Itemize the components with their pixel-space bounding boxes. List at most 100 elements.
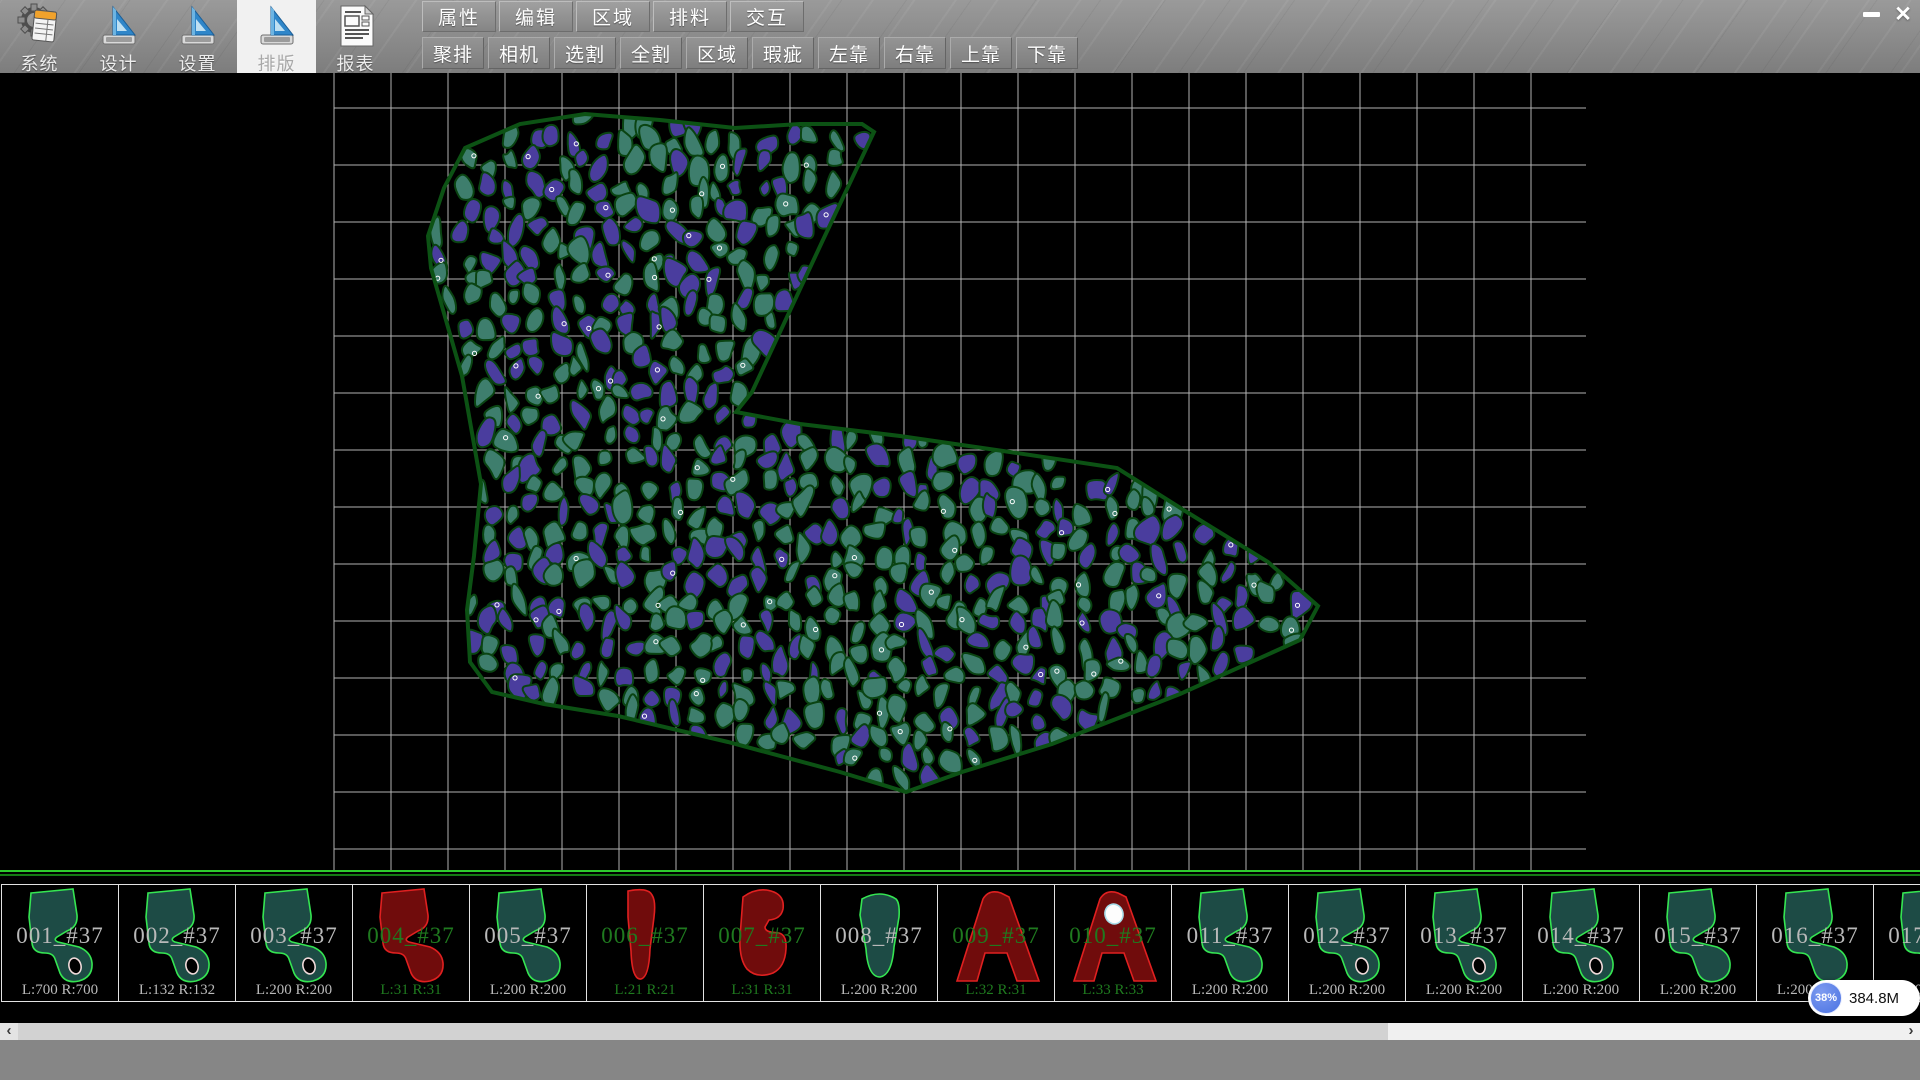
piece-thumbnail-009_#37[interactable]: 009_#37 L:32 R:31 bbox=[937, 884, 1055, 1002]
mode-button-2[interactable]: 设计 bbox=[79, 0, 158, 73]
action-button-7[interactable]: 左靠 bbox=[818, 37, 880, 69]
piece-thumbnail-004_#37[interactable]: 004_#37 L:31 R:31 bbox=[352, 884, 470, 1002]
piece-lr-label: L:200 R:200 bbox=[1640, 982, 1756, 999]
piece-id-label: 012_#37 bbox=[1289, 923, 1405, 949]
set-square-icon bbox=[254, 3, 300, 49]
piece-thumbnail-010_#37[interactable]: 010_#37 L:33 R:33 bbox=[1054, 884, 1172, 1002]
scroll-right-button[interactable]: › bbox=[1902, 1023, 1920, 1040]
mode-button-3[interactable]: 设置 bbox=[158, 0, 237, 73]
piece-id-label: 004_#37 bbox=[353, 923, 469, 949]
menu-tab-3[interactable]: 区域 bbox=[576, 1, 650, 32]
piece-id-label: 003_#37 bbox=[236, 923, 352, 949]
piece-thumbnail-014_#37[interactable]: 014_#37 L:200 R:200 bbox=[1522, 884, 1640, 1002]
scroll-left-button[interactable]: ‹ bbox=[0, 1023, 18, 1040]
piece-lr-label: L:132 R:132 bbox=[119, 982, 235, 999]
mode-button-1[interactable]: 系统 bbox=[0, 0, 79, 73]
action-button-10[interactable]: 下靠 bbox=[1016, 37, 1078, 69]
progress-circle: 38% bbox=[1810, 982, 1842, 1014]
action-button-4[interactable]: 全割 bbox=[620, 37, 682, 69]
mode-button-label: 系统 bbox=[21, 50, 59, 73]
nesting-canvas[interactable] bbox=[0, 73, 1920, 870]
piece-id-label: 007_#37 bbox=[704, 923, 820, 949]
set-square-icon bbox=[175, 3, 221, 49]
action-button-6[interactable]: 瑕疵 bbox=[752, 37, 814, 69]
piece-id-label: 015_#37 bbox=[1640, 923, 1756, 949]
piece-thumbnail-008_#37[interactable]: 008_#37 L:200 R:200 bbox=[820, 884, 938, 1002]
action-button-row: 聚排相机选割全割区域瑕疵左靠右靠上靠下靠 bbox=[422, 37, 1082, 69]
report-icon bbox=[333, 3, 379, 49]
scrollbar-thumb[interactable] bbox=[18, 1023, 1388, 1040]
piece-id-label: 014_#37 bbox=[1523, 923, 1639, 949]
menu-tab-4[interactable]: 排料 bbox=[653, 1, 727, 32]
piece-id-label: 013_#37 bbox=[1406, 923, 1522, 949]
piece-thumbnail-013_#37[interactable]: 013_#37 L:200 R:200 bbox=[1405, 884, 1523, 1002]
action-button-9[interactable]: 上靠 bbox=[950, 37, 1012, 69]
piece-id-label: 010_#37 bbox=[1055, 923, 1171, 949]
menu-tab-1[interactable]: 属性 bbox=[422, 1, 496, 32]
piece-lr-label: L:31 R:31 bbox=[704, 982, 820, 999]
strip-separator-bright bbox=[0, 870, 1920, 872]
piece-thumbnail-006_#37[interactable]: 006_#37 L:21 R:21 bbox=[586, 884, 704, 1002]
progress-badge[interactable]: 38% 384.8M bbox=[1808, 980, 1920, 1016]
action-button-5[interactable]: 区域 bbox=[686, 37, 748, 69]
piece-thumbnail-011_#37[interactable]: 011_#37 L:200 R:200 bbox=[1171, 884, 1289, 1002]
piece-id-label: 002_#37 bbox=[119, 923, 235, 949]
toolbar: 系统 设计 设置 排版 报表 属性编辑区域排料交互 聚排相机选割全割区域 bbox=[0, 0, 1920, 73]
action-button-8[interactable]: 右靠 bbox=[884, 37, 946, 69]
minimize-button[interactable] bbox=[1858, 2, 1884, 26]
piece-id-label: 017_#37 bbox=[1874, 923, 1920, 949]
strip-separator-dark bbox=[0, 874, 1920, 876]
nesting-drawing bbox=[0, 73, 1920, 870]
piece-id-label: 011_#37 bbox=[1172, 923, 1288, 949]
piece-id-label: 016_#37 bbox=[1757, 923, 1873, 949]
action-button-3[interactable]: 选割 bbox=[554, 37, 616, 69]
piece-lr-label: L:200 R:200 bbox=[1172, 982, 1288, 999]
set-square-icon bbox=[96, 3, 142, 49]
close-icon: ✕ bbox=[1894, 2, 1912, 27]
piece-thumbnail-005_#37[interactable]: 005_#37 L:200 R:200 bbox=[469, 884, 587, 1002]
system-gear-icon bbox=[17, 3, 63, 49]
mode-button-label: 设计 bbox=[100, 50, 138, 73]
piece-lr-label: L:32 R:31 bbox=[938, 982, 1054, 999]
action-button-1[interactable]: 聚排 bbox=[422, 37, 484, 69]
piece-thumbnail-002_#37[interactable]: 002_#37 L:132 R:132 bbox=[118, 884, 236, 1002]
menu-tab-2[interactable]: 编辑 bbox=[499, 1, 573, 32]
piece-lr-label: L:200 R:200 bbox=[1523, 982, 1639, 999]
progress-percent: 38% bbox=[1815, 992, 1837, 1004]
nesting-app-window: 系统 设计 设置 排版 报表 属性编辑区域排料交互 聚排相机选割全割区域 bbox=[0, 0, 1920, 1080]
piece-thumbnail-003_#37[interactable]: 003_#37 L:200 R:200 bbox=[235, 884, 353, 1002]
piece-lr-label: L:700 R:700 bbox=[2, 982, 118, 999]
bottom-status-bar bbox=[0, 1040, 1920, 1080]
piece-id-label: 008_#37 bbox=[821, 923, 937, 949]
mode-button-4[interactable]: 排版 bbox=[237, 0, 316, 73]
menu-tab-5[interactable]: 交互 bbox=[730, 1, 804, 32]
piece-id-label: 001_#37 bbox=[2, 923, 118, 949]
piece-thumbnail-001_#37[interactable]: 001_#37 L:700 R:700 bbox=[1, 884, 119, 1002]
piece-lr-label: L:21 R:21 bbox=[587, 982, 703, 999]
progress-size: 384.8M bbox=[1849, 990, 1899, 1007]
piece-lr-label: L:200 R:200 bbox=[1406, 982, 1522, 999]
piece-thumbnail-012_#37[interactable]: 012_#37 L:200 R:200 bbox=[1288, 884, 1406, 1002]
piece-id-label: 005_#37 bbox=[470, 923, 586, 949]
menu-tab-row: 属性编辑区域排料交互 bbox=[422, 1, 807, 32]
mode-button-label: 排版 bbox=[258, 50, 296, 73]
mode-button-label: 报表 bbox=[337, 50, 375, 73]
piece-lr-label: L:33 R:33 bbox=[1055, 982, 1171, 999]
piece-thumbnail-007_#37[interactable]: 007_#37 L:31 R:31 bbox=[703, 884, 821, 1002]
piece-thumbnail-015_#37[interactable]: 015_#37 L:200 R:200 bbox=[1639, 884, 1757, 1002]
mode-button-5[interactable]: 报表 bbox=[316, 0, 395, 73]
piece-lr-label: L:200 R:200 bbox=[1289, 982, 1405, 999]
minimize-icon bbox=[1863, 12, 1880, 17]
piece-lr-label: L:31 R:31 bbox=[353, 982, 469, 999]
piece-id-label: 009_#37 bbox=[938, 923, 1054, 949]
piece-lr-label: L:200 R:200 bbox=[470, 982, 586, 999]
piece-lr-label: L:200 R:200 bbox=[236, 982, 352, 999]
piece-lr-label: L:200 R:200 bbox=[821, 982, 937, 999]
piece-thumbnail-strip: 001_#37L:700 R:700002_#37L:132 R:132003_… bbox=[0, 877, 1920, 1023]
main-mode-buttons: 系统 设计 设置 排版 报表 bbox=[0, 0, 395, 73]
piece-id-label: 006_#37 bbox=[587, 923, 703, 949]
action-button-2[interactable]: 相机 bbox=[488, 37, 550, 69]
window-controls: ✕ bbox=[1858, 2, 1916, 26]
mode-button-label: 设置 bbox=[179, 50, 217, 73]
close-button[interactable]: ✕ bbox=[1890, 2, 1916, 26]
